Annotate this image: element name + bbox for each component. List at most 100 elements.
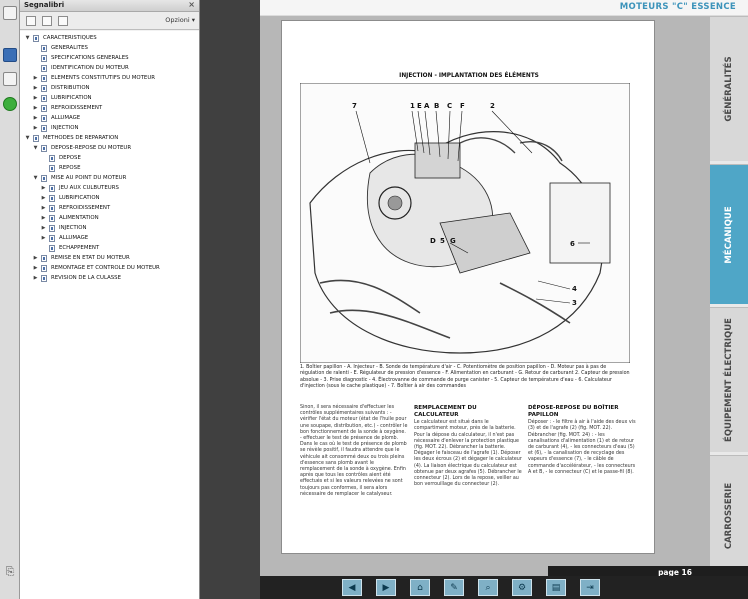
collapse-icon[interactable]: ▼ [32,173,39,183]
bookmark-icon [49,215,55,222]
tab-equipement-label: ÉQUIPEMENT ÉLECTRIQUE [724,318,734,442]
new-bookmark-icon[interactable] [42,16,52,26]
bookmark-caracteristiques[interactable]: ▼ CARACTERISTIQUES [20,33,199,43]
navigation-toolstrip: ⎘ [0,0,20,599]
expand-icon[interactable]: ▶ [40,223,47,233]
collapse-icon[interactable]: ▼ [24,33,31,43]
bookmark-mise-au-point-du-moteur[interactable]: ▼ MISE AU POINT DU MOTEUR [20,173,199,183]
bookmark-label: REFROIDISSEMENT [59,205,111,211]
tab-carrosserie[interactable]: CARROSSERIE [710,455,748,576]
page-header: MOTEURS "C" ESSENCE [260,0,748,16]
tab-generalites[interactable]: GÉNÉRALITÉS [710,16,748,161]
bookmark-allumage[interactable]: ▶ ALLUMAGE [20,113,199,123]
next-page-button[interactable]: ▶ [376,579,396,596]
options-menu-button[interactable]: Opzioni ▾ [165,16,195,24]
bookmark-methodes-de-reparation[interactable]: ▼ METHODES DE REPARATION [20,133,199,143]
bookmark-identification-du-moteur[interactable]: IDENTIFICATION DU MOTEUR [20,63,199,73]
bookmark-lubrification[interactable]: ▶ LUBRIFICATION [20,93,199,103]
bookmark-injection[interactable]: ▶ INJECTION [20,123,199,133]
column-3: DÉPOSE-REPOSE DU BOÎTIER PAPILLON Dépose… [528,405,636,476]
home-button[interactable]: ⌂ [410,579,430,596]
bookmark-label: REVISION DE LA CULASSE [51,275,122,281]
bookmark-icon [49,195,55,202]
expand-icon[interactable]: ▶ [40,203,47,213]
expand-icon[interactable]: ▶ [32,253,39,263]
expand-icon[interactable]: ▶ [40,213,47,223]
bookmark-icon [41,265,47,272]
expand-icon[interactable]: ▶ [32,113,39,123]
bookmark-depose-repose-du-moteur[interactable]: ▼ DEPOSE-REPOSE DU MOTEUR [20,143,199,153]
bookmark-jeu-aux-culbuteurs[interactable]: ▶ JEU AUX CULBUTEURS [20,183,199,193]
expand-icon[interactable]: ▶ [40,233,47,243]
column-3-text: Déposer : - le filtre à air à l'aide des… [528,420,636,475]
bookmark-specifications-generales[interactable]: SPECIFICATIONS GENERALES [20,53,199,63]
bookmark-icon [41,105,47,112]
bookmark-label: ALLUMAGE [51,115,81,121]
tab-mecanique[interactable]: MÉCANIQUE [710,164,748,304]
bookmark-alimentation[interactable]: ▶ ALIMENTATION [20,213,199,223]
tab-equipement-electrique[interactable]: ÉQUIPEMENT ÉLECTRIQUE [710,307,748,452]
document-area[interactable]: MOTEURS "C" ESSENCE INJECTION - IMPLANTA… [200,0,748,599]
toc-button[interactable]: ▤ [546,579,566,596]
bookmark-label: REMONTAGE ET CONTROLE DU MOTEUR [51,265,160,271]
expand-icon[interactable]: ▶ [32,83,39,93]
bookmark-icon [41,275,47,282]
bookmark-refroidissement[interactable]: ▶ REFROIDISSEMENT [20,203,199,213]
bookmark-icon [49,235,55,242]
prev-page-button[interactable]: ◀ [342,579,362,596]
delete-bookmark-icon[interactable] [26,16,36,26]
bookmark-depose[interactable]: DEPOSE [20,153,199,163]
expand-icon[interactable]: ▶ [40,183,47,193]
bookmark-label: DEPOSE-REPOSE DU MOTEUR [51,145,132,151]
callout-2: 2 [490,102,495,110]
bookmarks-panel-header: Segnalibri × [20,0,199,12]
search-button[interactable]: ⌕ [478,579,498,596]
bookmark-label: ECHAPPEMENT [59,245,100,251]
paperclip-icon[interactable]: ⎘ [3,565,17,579]
help-icon[interactable] [3,97,17,111]
bookmarks-panel-title: Segnalibri [24,1,65,9]
tab-carrosserie-label: CARROSSERIE [724,482,734,550]
bookmark-label: MISE AU POINT DU MOTEUR [51,175,127,181]
close-icon[interactable]: × [188,0,195,9]
bookmark-remontage-et-controle-du-moteur[interactable]: ▶ REMONTAGE ET CONTROLE DU MOTEUR [20,263,199,273]
bookmark-label: REFROIDISSEMENT [51,105,103,111]
bookmark-icon [49,225,55,232]
bookmark-label: JEU AUX CULBUTEURS [59,185,119,191]
last-page-button[interactable]: ⇥ [580,579,600,596]
column-1: Sinon, il sera nécessaire d'effectuer le… [300,405,408,498]
bookmark-allumage[interactable]: ▶ ALLUMAGE [20,233,199,243]
bookmark-generalites[interactable]: GENERALITES [20,43,199,53]
bookmark-label: ALLUMAGE [59,235,89,241]
callout-d: D [430,237,436,245]
bookmarks-toolbar: Opzioni ▾ [20,12,199,30]
expand-icon[interactable]: ▶ [32,123,39,133]
bookmark-repose[interactable]: REPOSE [20,163,199,173]
expand-icon[interactable]: ▶ [32,73,39,83]
callout-b: B [434,102,439,110]
collapse-icon[interactable]: ▼ [24,133,31,143]
bookmark-lubrification[interactable]: ▶ LUBRIFICATION [20,193,199,203]
column-2-heading: REMPLACEMENT DU CALCULATEUR [414,405,477,418]
expand-icon[interactable]: ▶ [32,103,39,113]
notes-button[interactable]: ✎ [444,579,464,596]
expand-icon[interactable]: ▶ [40,193,47,203]
bookmark-revision-de-la-culasse[interactable]: ▶ REVISION DE LA CULASSE [20,273,199,283]
bookmark-injection[interactable]: ▶ INJECTION [20,223,199,233]
bookmark-refroidissement[interactable]: ▶ REFROIDISSEMENT [20,103,199,113]
bookmarks-panel: Segnalibri × Opzioni ▾ ▼ CARACTERISTIQUES… [20,0,200,599]
expand-icon[interactable]: ▶ [32,93,39,103]
pages-icon[interactable] [3,6,17,20]
bookmark-distribution[interactable]: ▶ DISTRIBUTION [20,83,199,93]
expand-icon[interactable]: ▶ [32,263,39,273]
expand-icon[interactable]: ▶ [32,273,39,283]
bookmark-elements-constitutifs-du-moteur[interactable]: ▶ ELEMENTS CONSTITUTIFS DU MOTEUR [20,73,199,83]
collapse-icon[interactable]: ▼ [32,143,39,153]
annotate-icon[interactable] [3,72,17,86]
settings-button[interactable]: ⚙ [512,579,532,596]
expand-bookmark-icon[interactable] [58,16,68,26]
callout-4: 4 [572,285,577,293]
bookmarks-icon[interactable] [3,48,17,62]
bookmark-echappement[interactable]: ECHAPPEMENT [20,243,199,253]
bookmark-remise-en-etat-du-moteur[interactable]: ▶ REMISE EN ETAT DU MOTEUR [20,253,199,263]
